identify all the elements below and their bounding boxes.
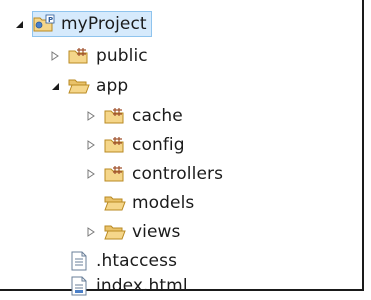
expanded-arrow-icon[interactable] (50, 80, 60, 92)
tree-item-public[interactable]: public (50, 42, 148, 70)
project-explorer-panel: P myProject public app cache config cont… (0, 0, 364, 296)
collapsed-arrow-icon[interactable] (86, 226, 96, 238)
package-folder-icon (104, 106, 126, 126)
package-folder-icon (104, 135, 126, 155)
tree-item-label: .htaccess (96, 251, 178, 271)
tree-item-label: config (132, 135, 185, 155)
tree-item-index-html[interactable]: index.html (68, 272, 188, 300)
tree-item-label: views (132, 222, 181, 242)
collapsed-arrow-icon[interactable] (86, 110, 96, 122)
collapsed-arrow-icon[interactable] (86, 139, 96, 151)
selected-item: P myProject (32, 11, 152, 37)
package-folder-icon (68, 46, 90, 66)
tree-item-label: app (96, 76, 129, 96)
tree-item-config[interactable]: config (86, 131, 185, 159)
open-folder-icon (104, 193, 126, 213)
tree-item-htaccess[interactable]: .htaccess (68, 247, 177, 275)
open-folder-icon (104, 222, 126, 242)
tree-item-label: myProject (61, 14, 147, 34)
tree-item-app[interactable]: app (50, 72, 128, 100)
package-folder-icon (104, 164, 126, 184)
tree-item-label: models (132, 193, 195, 213)
project-tree: P myProject public app cache config cont… (0, 0, 360, 296)
tree-item-label: index.html (96, 276, 188, 296)
collapsed-arrow-icon[interactable] (50, 50, 60, 62)
tree-item-label: public (96, 46, 148, 66)
tree-item-models[interactable]: models (104, 189, 194, 217)
project-icon: P (33, 14, 55, 34)
open-folder-icon (68, 76, 90, 96)
text-file-icon (68, 251, 90, 271)
tree-item-controllers[interactable]: controllers (86, 160, 223, 188)
tree-item-myproject[interactable]: P myProject (14, 10, 152, 38)
expanded-arrow-icon[interactable] (14, 18, 24, 30)
tree-item-label: controllers (132, 164, 224, 184)
svg-text:P: P (48, 16, 53, 24)
tree-item-cache[interactable]: cache (86, 102, 183, 130)
collapsed-arrow-icon[interactable] (86, 168, 96, 180)
html-file-icon (68, 276, 90, 296)
tree-item-label: cache (132, 106, 183, 126)
tree-item-views[interactable]: views (86, 218, 181, 246)
